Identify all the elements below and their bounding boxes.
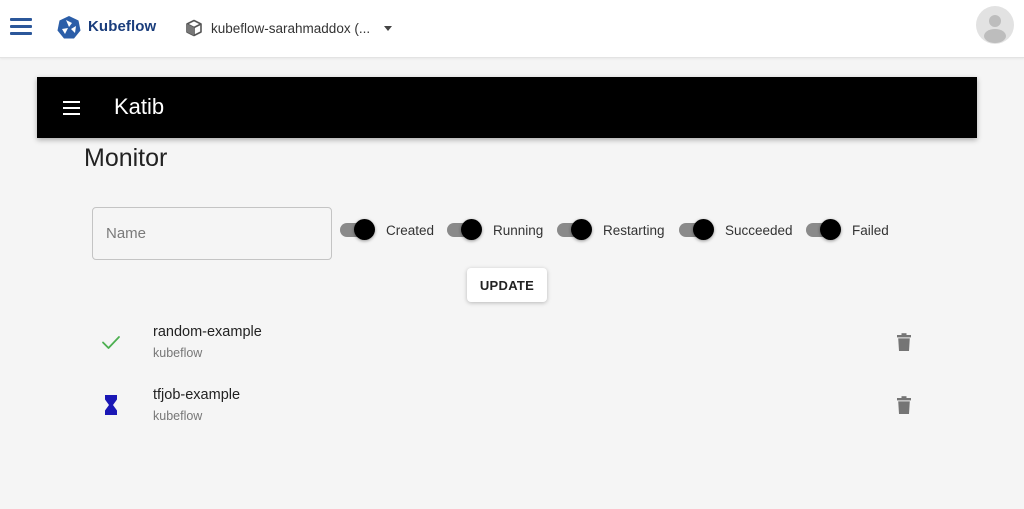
filter-toggle-succeeded[interactable]: Succeeded bbox=[679, 219, 793, 241]
filter-label-succeeded: Succeeded bbox=[725, 222, 793, 238]
katib-app-bar: Katib bbox=[37, 77, 977, 138]
delete-icon[interactable] bbox=[893, 394, 915, 416]
job-name[interactable]: tfjob-example bbox=[153, 387, 240, 403]
toggle-track bbox=[340, 219, 375, 240]
namespace-label: kubeflow-sarahmaddox (... bbox=[211, 20, 371, 36]
avatar[interactable] bbox=[976, 6, 1014, 44]
katib-menu-icon[interactable] bbox=[63, 101, 80, 115]
toggle-thumb bbox=[354, 219, 375, 240]
toggle-track bbox=[557, 219, 592, 240]
toggle-track bbox=[447, 219, 482, 240]
filter-toggle-created[interactable]: Created bbox=[340, 219, 434, 241]
user-icon bbox=[984, 15, 1006, 43]
delete-icon[interactable] bbox=[893, 331, 915, 353]
filter-label-running: Running bbox=[493, 222, 544, 238]
filter-label-failed: Failed bbox=[852, 222, 889, 238]
katib-title: Katib bbox=[114, 94, 165, 119]
toggle-thumb bbox=[571, 219, 592, 240]
chevron-down-icon bbox=[384, 25, 393, 31]
check-icon bbox=[102, 336, 120, 349]
kubeflow-logo-icon bbox=[57, 16, 81, 39]
toggle-thumb bbox=[461, 219, 482, 240]
filter-toggle-failed[interactable]: Failed bbox=[806, 219, 889, 241]
job-namespace: kubeflow bbox=[153, 409, 203, 423]
filter-toggle-restarting[interactable]: Restarting bbox=[557, 219, 665, 241]
update-button[interactable]: UPDATE bbox=[467, 268, 547, 302]
hourglass-icon bbox=[105, 395, 117, 415]
toggle-track bbox=[679, 219, 714, 240]
name-filter-input[interactable] bbox=[93, 208, 331, 259]
filter-label-restarting: Restarting bbox=[603, 222, 665, 238]
job-name[interactable]: random-example bbox=[153, 324, 262, 340]
toggle-thumb bbox=[693, 219, 714, 240]
toggle-thumb bbox=[820, 219, 841, 240]
top-app-bar: Kubeflow kubeflow-sarahmaddox (... bbox=[0, 0, 1024, 58]
list-item[interactable]: tfjob-example kubeflow bbox=[90, 384, 930, 434]
cube-icon bbox=[186, 19, 202, 37]
filter-toggle-running[interactable]: Running bbox=[447, 219, 543, 241]
namespace-selector[interactable]: kubeflow-sarahmaddox (... bbox=[185, 16, 393, 40]
name-filter-field[interactable] bbox=[92, 207, 332, 260]
job-namespace: kubeflow bbox=[153, 346, 203, 360]
toggle-track bbox=[806, 219, 841, 240]
page-title: Monitor bbox=[84, 144, 168, 172]
filter-label-created: Created bbox=[386, 222, 435, 238]
list-item[interactable]: random-example kubeflow bbox=[90, 321, 930, 371]
main-menu-icon[interactable] bbox=[10, 17, 32, 35]
brand-name: Kubeflow bbox=[88, 18, 157, 35]
